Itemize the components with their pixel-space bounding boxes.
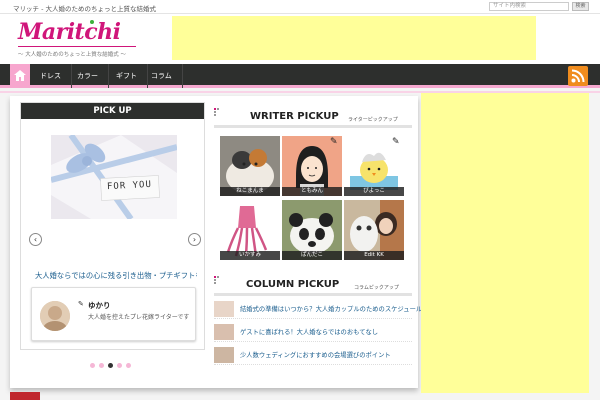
home-button[interactable] xyxy=(10,64,30,88)
nav-item-dress[interactable]: ドレス xyxy=(30,64,72,88)
column-list-item[interactable]: ゲストに喜ばれる！大人婚ならではのおもてなし xyxy=(214,322,412,342)
writer-name: ねこまんま xyxy=(220,187,280,196)
slider-dot[interactable] xyxy=(126,363,131,368)
author-name: ゆかり xyxy=(88,301,111,310)
writer-card-cat[interactable]: ねこまんま xyxy=(220,136,280,196)
logo-subtitle: ～ 大人婚のためのちょっと上質な結婚式 ～ xyxy=(18,52,126,58)
slider-dot[interactable] xyxy=(90,363,95,368)
column-thumbnail xyxy=(214,301,234,317)
section-mark-icon xyxy=(214,108,219,116)
pickup-slider: PICK UP FOR YOU ‹ › 大人婚ならではの心に残る引き出物・プチギ… xyxy=(20,102,205,350)
slider-dot[interactable] xyxy=(117,363,122,368)
nav-item-color[interactable]: カラー xyxy=(67,64,109,88)
column-pickup-header: COLUMN PICKUP コラムピックアップ xyxy=(214,272,412,296)
slide-caption-link[interactable]: 大人婚ならではの心に残る引き出物・プチギフトを選ぶコツ xyxy=(35,271,197,281)
section-mark-icon xyxy=(214,276,219,284)
logo-dot xyxy=(90,20,94,24)
logo-underline xyxy=(18,46,136,47)
main-nav: ドレス カラー ギフト コラム xyxy=(0,64,600,88)
slider-dot-active[interactable] xyxy=(108,363,113,368)
home-icon xyxy=(14,70,26,81)
column-title-link[interactable]: 結婚式の準備はいつから？大人婚カップルのためのスケジュール xyxy=(240,304,422,313)
column-thumbnail xyxy=(214,347,234,363)
chevron-right-icon: › xyxy=(192,235,197,244)
rss-button[interactable] xyxy=(568,66,588,86)
main-content: PICK UP FOR YOU ‹ › 大人婚ならではの心に残る引き出物・プチギ… xyxy=(10,96,422,388)
writer-name: Edit KK xyxy=(344,251,404,260)
pickup-title: PICK UP xyxy=(21,103,204,119)
column-thumbnail xyxy=(214,324,234,340)
pencil-icon: ✎ xyxy=(392,137,400,147)
rss-icon xyxy=(571,69,585,83)
writer-name: いかすみ xyxy=(220,251,280,260)
writer-card-panda[interactable]: ぱんだこ xyxy=(282,200,342,260)
writer-name: ともみん xyxy=(282,187,342,196)
pencil-icon: ✎ xyxy=(78,300,84,308)
writer-card-squid[interactable]: いかすみ xyxy=(220,200,280,260)
search-button[interactable]: 検索 xyxy=(572,2,589,11)
slider-dot[interactable] xyxy=(99,363,104,368)
writer-card-woman[interactable]: ✎ ともみん xyxy=(282,136,342,196)
nav-item-column[interactable]: コラム xyxy=(141,64,183,88)
writer-card-editor[interactable]: Edit KK xyxy=(344,200,404,260)
writer-pickup-title: WRITER PICKUP xyxy=(250,111,339,122)
search-input[interactable]: サイト内検索 xyxy=(489,2,569,11)
column-title-link[interactable]: 少人数ウェディングにおすすめの会場選びのポイント xyxy=(240,350,391,359)
slider-next-button[interactable]: › xyxy=(188,233,201,246)
column-list-item[interactable]: 少人数ウェディングにおすすめの会場選びのポイント xyxy=(214,345,412,365)
writer-pickup-header: WRITER PICKUP ライターピックアップ xyxy=(214,104,412,128)
author-description: 大人婚を控えたプレ花嫁ライターです xyxy=(88,314,190,321)
logo-text: Maritchi xyxy=(18,19,121,45)
writer-pickup-subtitle: ライターピックアップ xyxy=(348,117,398,123)
slider-pagination xyxy=(90,362,135,368)
site-header: Maritchi ～ 大人婚のためのちょっと上質な結婚式 ～ xyxy=(0,14,600,64)
pencil-icon: ✎ xyxy=(330,137,338,147)
author-avatar xyxy=(40,301,70,331)
writer-name: ぴよっこ xyxy=(344,187,404,196)
column-title-link[interactable]: ゲストに喜ばれる！大人婚ならではのおもてなし xyxy=(240,327,378,336)
footer-red-tab xyxy=(10,392,40,400)
column-pickup-subtitle: コラムピックアップ xyxy=(354,285,399,291)
column-list-item[interactable]: 結婚式の準備はいつから？大人婚カップルのためのスケジュール xyxy=(214,299,422,319)
writer-name: ぱんだこ xyxy=(282,251,342,260)
site-tagline: マリッチ - 大人婚のためのちょっと上質な結婚式 xyxy=(13,5,156,13)
slider-prev-button[interactable]: ‹ xyxy=(29,233,42,246)
column-pickup-title: COLUMN PICKUP xyxy=(246,279,340,290)
sidebar-ad-banner[interactable] xyxy=(421,93,589,393)
header-ad-banner[interactable] xyxy=(172,16,536,60)
site-logo[interactable]: Maritchi ～ 大人婚のためのちょっと上質な結婚式 ～ xyxy=(18,20,158,66)
author-card[interactable]: ✎ ゆかり 大人婚を控えたプレ花嫁ライターです xyxy=(31,287,196,341)
writer-card-bird[interactable]: ✎ ぴよっこ xyxy=(344,136,404,196)
gift-box-illustration xyxy=(51,135,177,219)
slide-image[interactable]: FOR YOU xyxy=(51,135,177,219)
top-bar: マリッチ - 大人婚のためのちょっと上質な結婚式 サイト内検索 検索 xyxy=(0,0,600,14)
chevron-left-icon: ‹ xyxy=(33,235,38,244)
